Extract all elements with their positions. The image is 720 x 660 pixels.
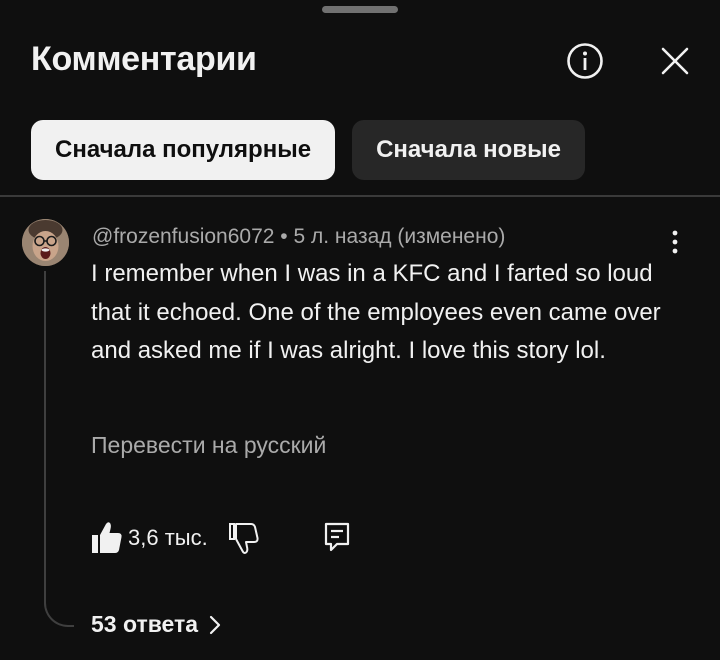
page-title: Комментарии: [31, 40, 257, 78]
comment-text: I remember when I was in a KFC and I far…: [91, 260, 661, 364]
comment-meta: @frozenfusion6072 • 5 л. назад (изменено…: [92, 225, 505, 249]
reply-comment-icon: [324, 522, 350, 552]
like-button[interactable]: [91, 519, 123, 555]
sort-chips: Сначала популярные Сначала новые: [31, 120, 585, 180]
info-button[interactable]: [566, 42, 604, 80]
close-icon: [661, 47, 689, 75]
chevron-right-icon: [209, 615, 221, 634]
thread-line: [44, 271, 74, 627]
replies-button[interactable]: 53 ответа: [91, 611, 222, 638]
dislike-button[interactable]: [227, 521, 259, 555]
replies-label: 53 ответа: [91, 611, 199, 637]
more-vertical-icon: [672, 230, 678, 254]
chip-sort-popular[interactable]: Сначала популярные: [31, 120, 336, 180]
more-button[interactable]: [660, 227, 690, 257]
like-count: 3,6 тыс.: [128, 525, 208, 550]
meta-separator: •: [280, 225, 288, 248]
comment-thread: @frozenfusion6072 • 5 л. назад (изменено…: [0, 197, 720, 660]
comment-time: 5 л. назад (изменено): [293, 225, 506, 248]
reply-button[interactable]: [323, 521, 351, 553]
info-circle-icon: [567, 43, 603, 79]
thumbs-up-icon: [92, 522, 122, 553]
comment-author[interactable]: @frozenfusion6072: [92, 225, 274, 248]
chip-sort-newest[interactable]: Сначала новые: [352, 120, 585, 180]
comments-header: Комментарии: [0, 0, 720, 110]
thumbs-down-icon: [229, 523, 259, 554]
close-button[interactable]: [656, 42, 694, 80]
translate-link[interactable]: Перевести на русский: [91, 432, 326, 459]
avatar[interactable]: [22, 219, 69, 266]
